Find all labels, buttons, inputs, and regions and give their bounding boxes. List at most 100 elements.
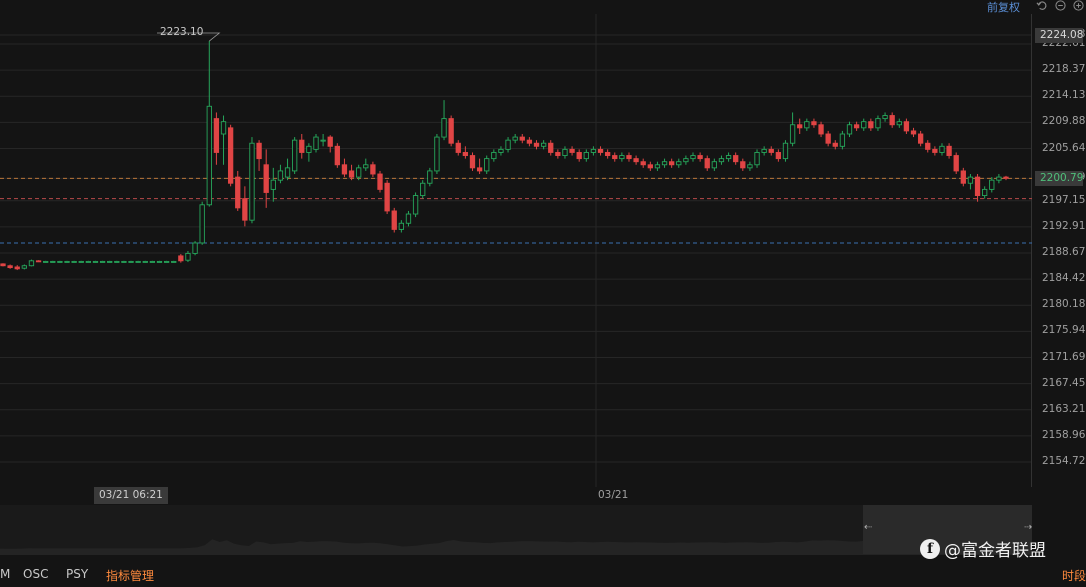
candle-body xyxy=(64,260,70,263)
candle xyxy=(57,260,63,263)
current-high-label: 2224.08 xyxy=(1035,28,1083,43)
tab-psy[interactable]: PSY xyxy=(66,567,88,581)
candle xyxy=(28,259,35,267)
candle-body xyxy=(761,148,767,153)
candle xyxy=(825,130,831,147)
candle-body xyxy=(711,161,717,169)
candle-body xyxy=(690,155,696,160)
candle xyxy=(292,137,298,175)
candle xyxy=(377,170,383,193)
y-tick-label: 2184.42 xyxy=(1042,272,1086,285)
candle xyxy=(334,143,340,168)
tab-indicator-manage[interactable]: 指标管理 xyxy=(106,567,154,584)
candle-body xyxy=(839,133,846,147)
candle xyxy=(142,260,148,263)
candle xyxy=(299,133,305,159)
candle-body xyxy=(370,164,376,175)
candle-body xyxy=(917,133,924,144)
candle-body xyxy=(889,115,895,126)
candle-body xyxy=(861,121,867,129)
candle-body xyxy=(868,121,874,129)
candle-body xyxy=(220,121,227,135)
candle-body xyxy=(896,121,902,126)
candle-body xyxy=(206,105,212,206)
candle-body xyxy=(299,139,305,153)
candle-body xyxy=(661,161,668,166)
candle-body xyxy=(733,155,739,163)
candle-body xyxy=(491,152,497,160)
candle-body xyxy=(939,145,945,153)
candle-body xyxy=(548,142,554,153)
candle-body xyxy=(569,148,575,153)
candle xyxy=(306,143,312,162)
watermark: f @富金者联盟 xyxy=(920,536,1046,561)
candle-body xyxy=(996,176,1002,181)
tab-osc[interactable]: OSC xyxy=(23,567,48,581)
candle-body xyxy=(356,167,362,178)
candle-body xyxy=(526,139,533,144)
candle-body xyxy=(50,260,56,263)
candles-layer xyxy=(0,32,1009,271)
candle xyxy=(270,167,276,202)
candle xyxy=(469,152,476,171)
candle-body xyxy=(846,124,853,135)
candle xyxy=(725,152,732,162)
candle xyxy=(782,140,789,162)
y-tick-label: 2171.69 xyxy=(1042,350,1086,363)
candle xyxy=(804,118,810,131)
candle-body xyxy=(925,142,931,150)
candle-body xyxy=(640,161,646,166)
undo-icon[interactable] xyxy=(1036,0,1047,11)
candle-body xyxy=(21,265,27,269)
candle xyxy=(405,210,412,227)
candle xyxy=(754,149,760,168)
candle xyxy=(0,263,6,267)
candle xyxy=(853,121,860,131)
candle-body xyxy=(242,198,248,221)
candle xyxy=(256,140,262,171)
candle-body xyxy=(135,260,141,263)
candle-body xyxy=(647,164,653,169)
candle-body xyxy=(604,152,611,156)
candle xyxy=(35,260,42,263)
candle-body xyxy=(882,115,888,120)
candle xyxy=(597,146,604,156)
candle xyxy=(398,220,405,233)
candlestick-chart[interactable] xyxy=(0,0,1032,487)
candle-body xyxy=(633,158,639,163)
grid-layer xyxy=(0,14,1032,487)
tab-m[interactable]: M xyxy=(0,567,10,581)
candle xyxy=(868,118,874,131)
last-price-label: 2200.79 xyxy=(1035,171,1083,186)
candle xyxy=(64,260,70,263)
candle xyxy=(569,146,575,156)
candle xyxy=(832,140,838,150)
plus-circle-icon[interactable] xyxy=(1073,0,1084,11)
candle-body xyxy=(185,252,191,261)
candle-body xyxy=(619,155,625,160)
candle-body xyxy=(910,130,917,135)
candle xyxy=(669,158,675,168)
candle-body xyxy=(14,266,20,270)
candle-body xyxy=(313,136,319,150)
tab-time-period[interactable]: 时段 xyxy=(1062,567,1086,584)
candle-body xyxy=(306,145,312,153)
y-tick-label: 2154.72 xyxy=(1042,455,1086,467)
candle-body xyxy=(384,182,390,212)
candle xyxy=(498,146,504,156)
candle-body xyxy=(156,260,163,263)
minus-circle-icon[interactable] xyxy=(1055,0,1066,11)
candle-body xyxy=(412,195,419,215)
price-axis: 2224.082222.612218.372214.132209.882205.… xyxy=(1032,18,1086,488)
y-tick-label: 2158.96 xyxy=(1042,428,1086,441)
candle xyxy=(235,170,241,211)
candle xyxy=(163,260,170,263)
candle xyxy=(882,112,888,122)
candle-body xyxy=(768,148,774,153)
candle xyxy=(14,265,20,271)
candle xyxy=(661,158,668,168)
candle xyxy=(178,254,184,263)
navigator-right-handle[interactable]: ⇢ xyxy=(1024,522,1032,533)
navigator-left-handle[interactable]: ⇠ xyxy=(864,522,872,533)
candle xyxy=(761,146,767,156)
